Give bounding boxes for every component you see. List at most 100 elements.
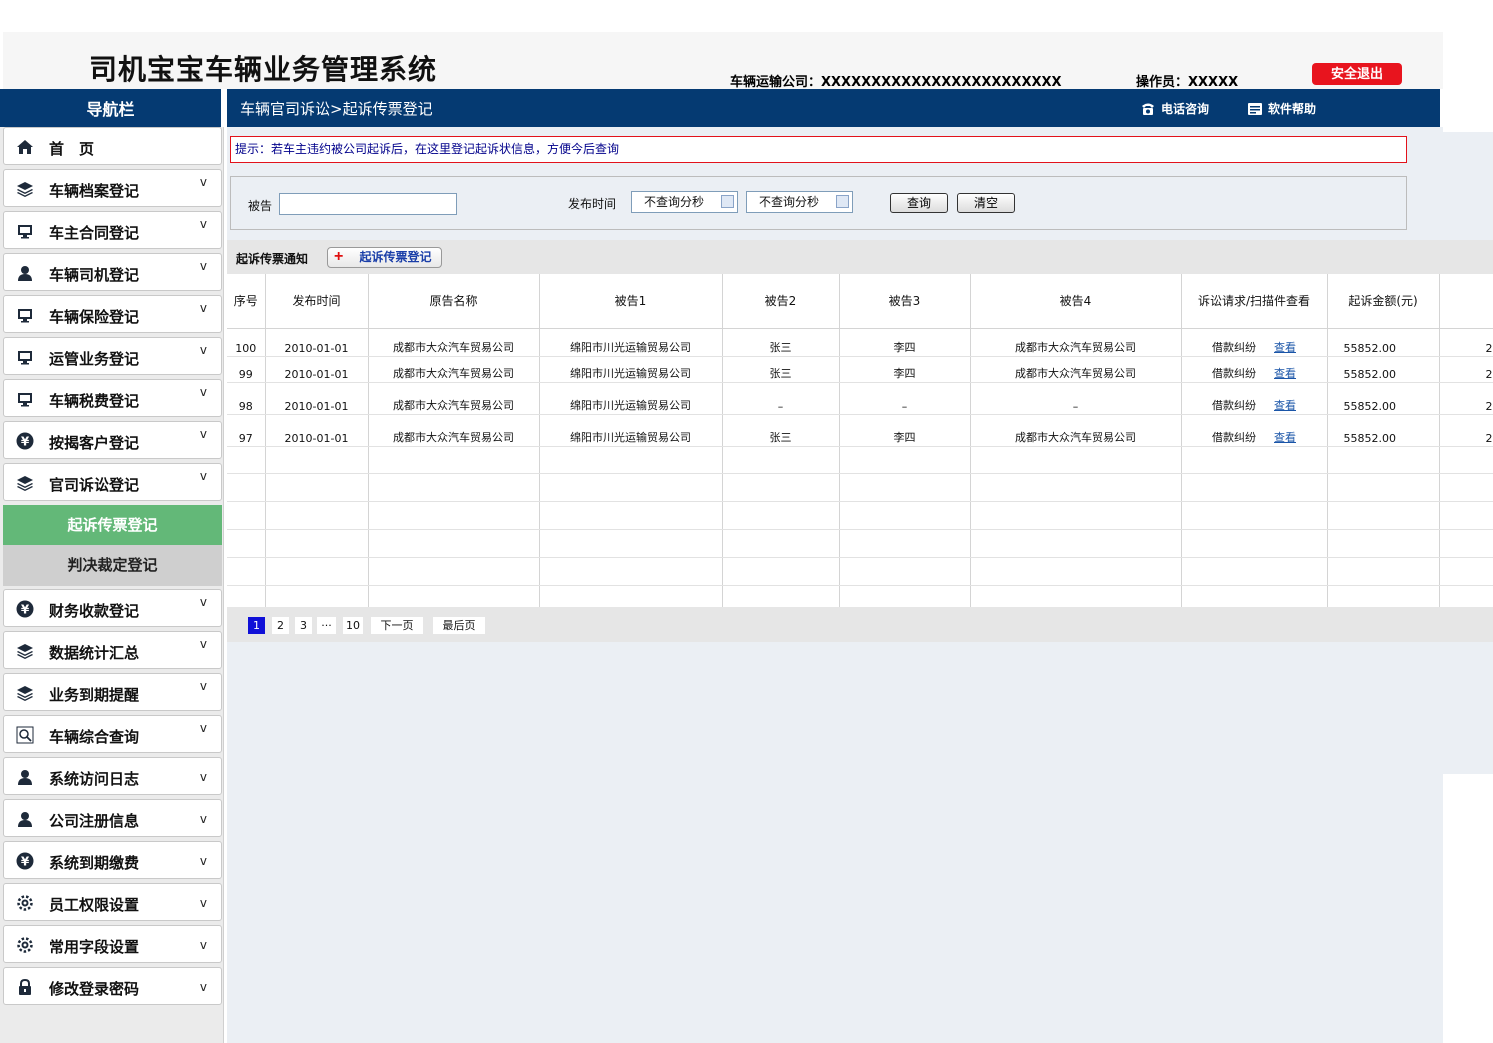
table-cell: – [722,382,840,415]
software-help-link[interactable]: 软件帮助 [1247,100,1316,117]
logout-button[interactable]: 安全退出 [1312,63,1402,85]
empty-cell [1181,473,1328,502]
table-row[interactable]: 100 2010-01-01 成都市大众汽车贸易公司 绵阳市川光运输贸易公司 张三 李四成… [227,328,1493,357]
sidebar-item[interactable]: 车辆保险登记 v [3,295,222,333]
column-header [1439,274,1493,329]
sidebar-item[interactable]: 车主合同登记 v [3,211,222,249]
table-row[interactable]: 99 2010-01-01 成都市大众汽车贸易公司 绵阳市川光运输贸易公司 张三 李四 成都… [227,356,1493,383]
empty-cell [1327,557,1440,586]
empty-cell [227,501,266,530]
sidebar-item-label: 数据统计汇总 [49,644,140,662]
yen-icon: ¥ [16,432,34,450]
empty-cell [1327,585,1440,607]
sidebar-item[interactable]: 修改登录密码 v [3,967,222,1005]
sidebar-item[interactable]: 车辆司机登记 v [3,253,222,291]
empty-cell [970,473,1182,502]
empty-cell [970,446,1182,474]
sidebar-item[interactable]: 车辆综合查询 v [3,715,222,753]
column-header: 发布时间 [265,274,369,329]
table-cell: 成都市大众汽车贸易公司 [368,328,540,357]
sidebar-item[interactable]: 车辆税费登记 v [3,379,222,417]
empty-cell [722,446,840,474]
monitor-icon [16,306,34,324]
chevron-down-icon: v [199,980,207,994]
query-button[interactable]: 查询 [890,193,948,213]
user-icon [16,768,34,786]
home-icon [16,138,34,156]
app-title: 司机宝宝车辆业务管理系统 [89,53,438,86]
sidebar-item[interactable]: 官司诉讼登记 v [3,463,222,501]
sidebar-item[interactable]: 车辆档案登记 v [3,169,222,207]
sidebar-item[interactable]: 数据统计汇总 v [3,631,222,669]
column-header: 被告2 [722,274,840,329]
view-link[interactable]: 查看 [1274,431,1296,444]
sidebar-item[interactable]: 员工权限设置 v [3,883,222,921]
clear-button[interactable]: 清空 [957,193,1015,213]
sidebar-item-label: 员工权限设置 [49,896,140,914]
sidebar-item-label: 首 页 [49,140,95,158]
empty-cell [265,585,369,607]
defendant-label: 被告 [248,199,273,213]
sidebar-item[interactable]: 常用字段设置 v [3,925,222,963]
table-row[interactable]: 98 2010-01-01 成都市大众汽车贸易公司 绵阳市川光运输贸易公司 – – – 借款纠… [227,382,1493,415]
sidebar-item-label: 业务到期提醒 [49,686,140,704]
table-cell: 借款纠纷 查看 [1181,328,1328,357]
sidebar-item[interactable]: ¥ 系统到期缴费 v [3,841,222,879]
sidebar-item[interactable]: ¥ 财务收款登记 v [3,589,222,627]
table-cell: – [839,382,971,415]
software-help-label: 软件帮助 [1268,102,1317,116]
add-summons-button[interactable]: + 起诉传票登记 [327,247,442,268]
calendar-icon[interactable] [836,195,849,208]
empty-cell [1181,529,1328,558]
user-icon [16,264,34,282]
calendar-icon[interactable] [721,195,734,208]
page-2[interactable]: 2 [272,617,289,634]
layers-icon [16,180,34,198]
empty-cell [970,557,1182,586]
table-cell: 张三 [722,328,840,357]
table-cell: 2010-01-01 [265,382,369,415]
table-cell: 借款纠纷 查看 [1181,414,1328,447]
sidebar-item[interactable]: 业务到期提醒 v [3,673,222,711]
empty-row [227,557,1493,586]
submenu-summons-register[interactable]: 起诉传票登记 [3,505,222,546]
view-link[interactable]: 查看 [1274,399,1296,412]
table-cell: 成都市大众汽车贸易公司 [368,414,540,447]
add-summons-label: 起诉传票登记 [359,250,432,264]
empty-cell [227,585,266,607]
sidebar-item[interactable]: 系统访问日志 v [3,757,222,795]
phone-consult-link[interactable]: 电话咨询 [1140,100,1209,117]
next-page-button[interactable]: 下一页 [371,617,423,634]
submenu-judgment-register[interactable]: 判决裁定登记 [3,545,222,586]
view-link[interactable]: 查看 [1274,367,1296,380]
empty-cell [839,501,971,530]
app-header: 司机宝宝车辆业务管理系统 车辆运输公司：XXXXXXXXXXXXXXXXXXXX… [3,32,1443,90]
last-page-button[interactable]: 最后页 [433,617,485,634]
sidebar-item[interactable]: 公司注册信息 v [3,799,222,837]
sidebar-item[interactable]: 运管业务登记 v [3,337,222,375]
page-3[interactable]: 3 [295,617,312,634]
chevron-down-icon: v [199,301,207,315]
column-header: 被告4 [970,274,1182,329]
table-cell: 成都市大众汽车贸易公司 [970,356,1182,383]
date-start-input[interactable]: 不查询分秒 [631,191,738,213]
chevron-down-icon: v [199,721,207,735]
page-1[interactable]: 1 [248,617,265,634]
empty-cell [539,473,723,502]
empty-cell [1439,501,1493,530]
empty-cell [1439,529,1493,558]
table-cell: 绵阳市川光运输贸易公司 [539,414,723,447]
empty-cell [722,585,840,607]
sidebar-item[interactable]: ¥ 按揭客户登记 v [3,421,222,459]
phone-consult-label: 电话咨询 [1161,102,1210,116]
sidebar-item-label: 系统访问日志 [49,770,140,788]
page-10[interactable]: 10 [343,617,363,634]
date-end-input[interactable]: 不查询分秒 [746,191,853,213]
table-row[interactable]: 97 2010-01-01 成都市大众汽车贸易公司 绵阳市川光运输贸易公司 张三 李四 成都… [227,414,1493,447]
phone-icon [1142,103,1154,115]
defendant-input[interactable] [279,193,457,215]
empty-cell [368,446,540,474]
view-link[interactable]: 查看 [1274,341,1296,354]
sidebar-item-label: 车辆综合查询 [49,728,140,746]
sidebar-item[interactable]: 首 页 [3,127,222,165]
